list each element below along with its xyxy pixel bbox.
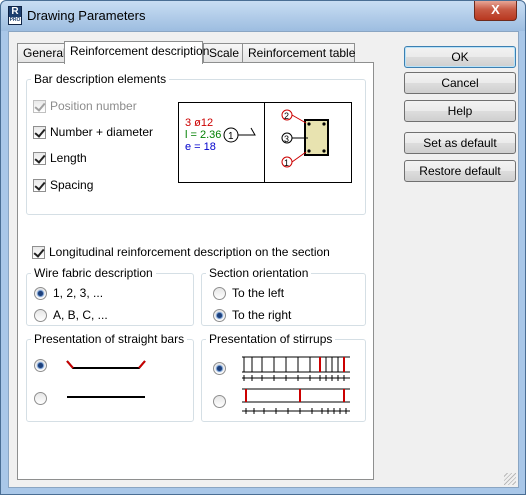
section-orientation-group: Section orientation To the left To the r… [201, 266, 366, 326]
preview-number-diameter: 3 ø12 [185, 117, 213, 129]
bar-description-group-label: Bar description elements [31, 72, 170, 86]
stirrups-group-label: Presentation of stirrups [206, 332, 336, 346]
preview-marker-1-text: 1 [284, 158, 289, 168]
preview-position-marker-text: 1 [228, 131, 234, 142]
dialog-client: General Reinforcement description Scale … [8, 31, 519, 488]
preview-length: l = 2.36 [185, 129, 221, 141]
wire-fabric-letters-radio[interactable]: A, B, C, ... [34, 308, 108, 322]
radio-circle [213, 286, 226, 300]
close-button[interactable]: X [474, 1, 517, 21]
number-diameter-checkbox[interactable]: Number + diameter [33, 125, 153, 139]
straight-bars-group-label: Presentation of straight bars [31, 332, 188, 346]
straight-bars-hooked-radio[interactable] [34, 358, 147, 372]
straight-bar-sample [67, 396, 145, 398]
tab-label: Scale [209, 46, 240, 60]
tab-label: Reinforcement description [70, 44, 210, 58]
hooked-bar-ends [66, 360, 146, 369]
preview-marker-3-text: 3 [284, 134, 289, 144]
radio-label: To the left [232, 286, 285, 300]
radio-circle [213, 361, 226, 375]
dialog-window: R PRO Drawing Parameters X General Reinf… [0, 0, 526, 495]
wire-fabric-group: Wire fabric description 1, 2, 3, ... A, … [26, 266, 194, 326]
orientation-right-radio[interactable]: To the right [213, 308, 291, 322]
radio-circle [34, 391, 47, 405]
resize-grip-icon[interactable] [504, 473, 516, 485]
preview-bar-dot [307, 122, 311, 126]
window-title: Drawing Parameters [27, 8, 146, 23]
radio-circle [34, 286, 47, 300]
checkbox-label: Longitudinal reinforcement description o… [49, 245, 330, 259]
radio-circle [34, 358, 47, 372]
radio-circle [34, 308, 47, 322]
preview-bar-dot [322, 149, 326, 153]
restore-default-button[interactable]: Restore default [404, 160, 516, 182]
bar-description-preview: 3 ø12 l = 2.36 e = 18 1 2 3 1 [178, 102, 352, 183]
checkbox-box [33, 178, 46, 192]
bar-description-group: Bar description elements Position number… [26, 72, 366, 215]
stirrup-verticals [243, 357, 345, 372]
preview-bar-dot [307, 149, 311, 153]
stirrups-ticks-radio[interactable] [213, 386, 352, 416]
straight-bars-plain-radio[interactable] [34, 391, 147, 405]
hooked-bar-line [66, 360, 146, 369]
section-orientation-group-label: Section orientation [206, 266, 312, 280]
orientation-left-radio[interactable]: To the left [213, 286, 284, 300]
stirrup-frame [242, 388, 350, 412]
ok-button[interactable]: OK [404, 46, 516, 68]
app-icon-badge: PRO [9, 17, 21, 24]
position-number-checkbox[interactable]: Position number [33, 99, 137, 113]
tab-general[interactable]: General [17, 43, 66, 63]
set-as-default-button[interactable]: Set as default [404, 132, 516, 154]
checkbox-label: Length [50, 151, 87, 165]
spacing-checkbox[interactable]: Spacing [33, 178, 93, 192]
close-icon: X [491, 2, 500, 17]
cancel-button[interactable]: Cancel [404, 72, 516, 94]
radio-circle [213, 394, 226, 408]
checkbox-label: Spacing [50, 178, 94, 192]
tab-label: General [23, 46, 66, 60]
tab-panel-reinforcement-description: Bar description elements Position number… [17, 62, 374, 480]
checkbox-box [33, 151, 46, 165]
preview-marker-2-text: 2 [284, 111, 289, 121]
checkbox-box [32, 245, 45, 259]
length-checkbox[interactable]: Length [33, 151, 87, 165]
stirrups-full-sample [242, 356, 350, 381]
straight-bars-group: Presentation of straight bars [26, 332, 194, 422]
radio-label: To the right [232, 308, 292, 322]
preview-bar-dot [322, 122, 326, 126]
stirrups-group: Presentation of stirrups [201, 332, 366, 422]
hooked-bar-sample [66, 360, 146, 369]
tab-label: Reinforcement table [248, 46, 356, 60]
checkbox-box [33, 99, 46, 113]
app-icon-letter: R [11, 6, 19, 17]
radio-label: 1, 2, 3, ... [53, 286, 104, 300]
longitudinal-description-checkbox[interactable]: Longitudinal reinforcement description o… [32, 245, 330, 259]
tab-reinforcement-table[interactable]: Reinforcement table [242, 43, 355, 63]
radio-circle [213, 308, 226, 322]
preview-spacing: e = 18 [185, 141, 216, 153]
stirrup-frame [242, 356, 350, 379]
tab-reinforcement-description[interactable]: Reinforcement description [64, 41, 209, 64]
title-bar[interactable]: R PRO Drawing Parameters X [1, 1, 525, 31]
stirrups-full-radio[interactable] [213, 354, 352, 382]
help-button[interactable]: Help [404, 100, 516, 122]
stirrups-ticks-sample [242, 388, 350, 414]
wire-fabric-numbers-radio[interactable]: 1, 2, 3, ... [34, 286, 103, 300]
checkbox-box [33, 125, 46, 139]
radio-label: A, B, C, ... [53, 308, 108, 322]
checkbox-label: Position number [50, 99, 137, 113]
app-logo-icon: R PRO [8, 6, 22, 25]
wire-fabric-group-label: Wire fabric description [31, 266, 156, 280]
checkbox-label: Number + diameter [50, 125, 154, 139]
stirrup-red-lines [245, 389, 345, 402]
